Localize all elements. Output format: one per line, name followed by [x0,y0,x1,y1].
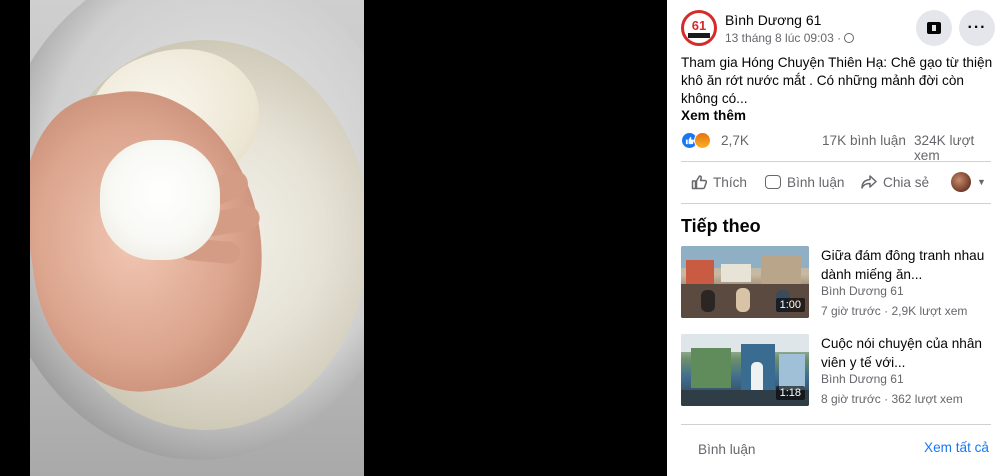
up-next-meta: 8 giờ trước · 362 lượt xem [821,392,963,406]
comment-button[interactable]: Bình luận [765,167,844,197]
up-next-channel[interactable]: Bình Dương 61 [821,284,904,298]
up-next-item[interactable]: 1:00 Giữa đám đông tranh nhau dành miếng… [681,246,996,321]
divider [681,203,991,204]
video-duration: 1:00 [775,298,805,312]
see-all-comments-link[interactable]: Xem tất cả [924,440,989,455]
post-text: Tham gia Hóng Chuyện Thiên Hạ: Chê gạo t… [681,54,993,108]
share-icon [861,175,877,189]
up-next-title[interactable]: Giữa đám đông tranh nhau dành miếng ăn..… [821,246,991,284]
rice-in-hand-image [100,140,220,260]
save-icon [927,22,941,34]
view-count: 324K lượt xem [914,133,975,163]
comment-label: Bình luận [787,174,845,190]
up-next-heading: Tiếp theo [681,216,761,236]
angry-reaction-icon[interactable] [694,132,711,149]
reaction-count[interactable]: 2,7K [721,133,749,148]
comments-footer: Bình luận Xem tất cả [667,424,1000,476]
more-options-button[interactable]: ··· [959,10,995,46]
video-thumbnail[interactable]: 1:00 [681,246,809,318]
share-label: Chia sẻ [883,174,930,190]
up-next-channel[interactable]: Bình Dương 61 [821,372,904,386]
page-avatar[interactable]: 61 [681,10,717,46]
post-timestamp[interactable]: 13 tháng 8 lúc 09:03 · [725,31,841,45]
comment-icon [765,175,781,189]
tagged-page-link[interactable]: Hóng Chuyện Thiên Hạ [741,55,883,70]
share-button[interactable]: Chia sẻ [861,167,929,197]
post-text-prefix: Tham gia [681,55,742,70]
more-icon: ··· [967,19,987,36]
avatar-bar [688,32,710,38]
reaction-summary: 2,7K 17K bình luận 324K lượt xem [681,131,991,163]
video-thumbnail[interactable]: 1:18 [681,334,809,406]
like-icon [691,175,707,190]
caret-down-icon: ▼ [977,177,986,187]
up-next-title[interactable]: Cuộc nói chuyện của nhân viên y tế với..… [821,334,991,372]
avatar-number: 61 [691,17,707,33]
post-panel: 61 Bình Dương 61 13 tháng 8 lúc 09:03 · … [667,0,1000,476]
save-button[interactable] [916,10,952,46]
post-header: 61 Bình Dương 61 13 tháng 8 lúc 09:03 · … [681,10,995,50]
video-frame[interactable] [30,0,364,476]
video-player[interactable] [0,0,667,476]
user-avatar [951,172,971,192]
comments-label: Bình luận [698,442,756,457]
video-duration: 1:18 [775,386,805,400]
up-next-meta: 7 giờ trước · 2,9K lượt xem [821,304,968,318]
react-as-selector[interactable]: ▼ [951,167,986,197]
globe-icon [844,33,855,43]
like-label: Thích [713,174,747,190]
post-meta: 13 tháng 8 lúc 09:03 · [725,31,855,45]
comment-count[interactable]: 17K bình luận [822,133,906,148]
up-next-item[interactable]: 1:18 Cuộc nói chuyện của nhân viên y tế … [681,334,996,409]
page-name-link[interactable]: Bình Dương 61 [725,12,821,28]
see-more-link[interactable]: Xem thêm [681,108,746,123]
action-bar: Thích Bình luận Chia sẻ ▼ [681,167,991,197]
divider [681,161,991,162]
like-button[interactable]: Thích [691,167,747,197]
